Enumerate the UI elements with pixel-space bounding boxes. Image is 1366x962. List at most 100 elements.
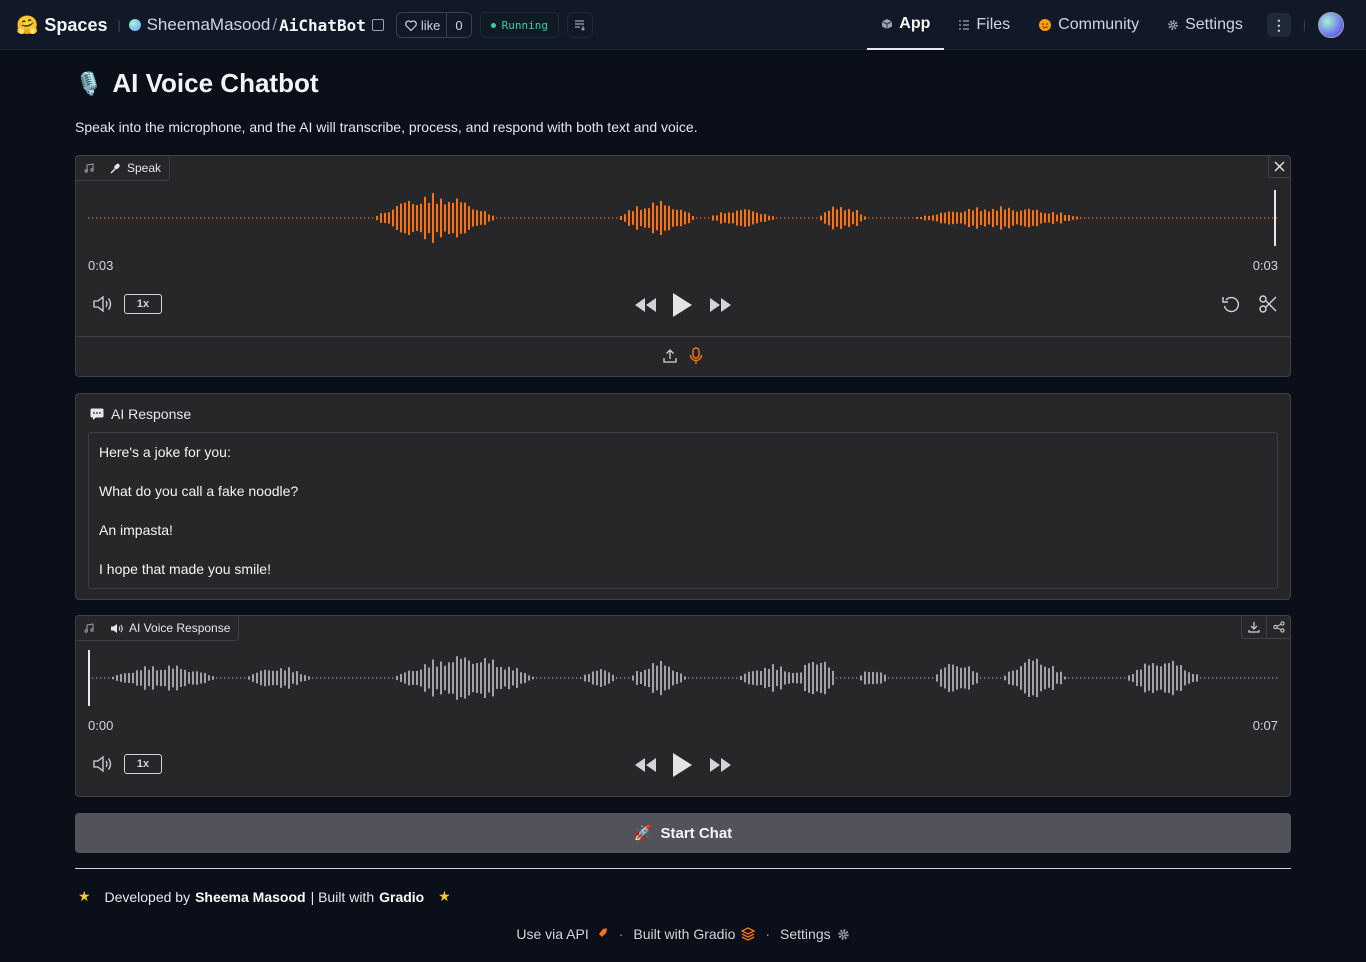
fast-forward-icon[interactable] <box>709 296 733 314</box>
ai-response-block: AI Response Here's a joke for you: What … <box>75 393 1291 600</box>
waveform-bar <box>1268 217 1270 219</box>
settings-link[interactable]: Settings <box>780 926 831 942</box>
volume-icon[interactable] <box>92 294 114 314</box>
ai-response-textbox[interactable]: Here's a joke for you: What do you call … <box>88 432 1278 589</box>
response-line: What do you call a fake noodle? <box>99 483 299 499</box>
rewind-icon[interactable] <box>633 296 657 314</box>
waveform-bar <box>872 217 874 219</box>
rewind-icon[interactable] <box>633 756 657 774</box>
gradio-logo-icon <box>741 927 756 941</box>
waveform-bar <box>988 211 990 225</box>
waveform-bar <box>1172 660 1174 696</box>
waveform-bar <box>652 663 654 693</box>
waveform-bar <box>356 217 358 219</box>
waveform-bar <box>868 671 870 685</box>
waveform-bar <box>396 206 398 230</box>
waveform-bar <box>1080 217 1082 219</box>
waveform-bar <box>680 209 682 227</box>
voice-actions <box>1241 615 1291 639</box>
trim-scissors-icon[interactable] <box>1258 294 1278 314</box>
waveform-bar <box>392 677 394 679</box>
waveform-bar <box>768 215 770 221</box>
voice-waveform[interactable] <box>88 648 1278 708</box>
waveform-bar <box>568 677 570 679</box>
like-toggle[interactable]: like <box>397 13 448 37</box>
waveform-bar <box>88 217 90 219</box>
user-avatar[interactable] <box>1318 12 1344 38</box>
waveform-bar <box>692 215 694 221</box>
footer: Use via API · Built with Gradio · Settin… <box>0 926 1366 942</box>
use-via-api-link[interactable]: Use via API <box>516 926 588 942</box>
playhead[interactable] <box>1274 190 1276 246</box>
fast-forward-icon[interactable] <box>709 756 733 774</box>
playback-rate-button[interactable]: 1x <box>124 754 162 774</box>
waveform-bar <box>1136 217 1138 219</box>
waveform-bar <box>792 673 794 683</box>
more-options-button[interactable]: ⋮ <box>1266 13 1291 37</box>
spaces-link[interactable]: Spaces <box>44 15 107 36</box>
microphone-source-icon[interactable] <box>689 347 703 365</box>
path-separator: / <box>272 15 278 34</box>
owner-link[interactable]: SheemaMasood <box>147 15 271 35</box>
waveform-bar <box>1184 670 1186 686</box>
waveform-bar <box>724 213 726 223</box>
waveform-bar <box>1120 677 1122 679</box>
waveform-bar <box>1100 217 1102 219</box>
tab-community-label: Community <box>1058 16 1140 33</box>
waveform-bar <box>208 675 210 681</box>
waveform-bar <box>956 666 958 690</box>
play-icon[interactable] <box>671 292 693 318</box>
waveform-bar <box>540 677 542 679</box>
waveform-bar <box>292 672 294 684</box>
waveform-bar <box>220 677 222 679</box>
waveform-bar <box>408 670 410 686</box>
waveform-bar <box>216 217 218 219</box>
waveform-bar <box>1084 217 1086 219</box>
waveform-bar <box>1216 677 1218 679</box>
chat-icon <box>90 408 104 420</box>
waveform-bar <box>1208 677 1210 679</box>
waveform-bar <box>132 672 134 684</box>
waveform-bar <box>268 670 270 686</box>
built-with-gradio-link[interactable]: Built with Gradio <box>633 926 735 942</box>
status-badge[interactable]: Running <box>479 12 559 38</box>
waveform-bar <box>852 677 854 679</box>
waveform-bar <box>656 205 658 231</box>
volume-icon[interactable] <box>92 754 114 774</box>
speak-waveform[interactable] <box>88 188 1278 248</box>
tab-files[interactable]: Files <box>944 0 1024 50</box>
waveform-bar <box>280 217 282 219</box>
repo-link[interactable]: AiChatBot <box>279 16 366 35</box>
tab-settings[interactable]: Settings <box>1153 0 1257 50</box>
waveform-bar <box>864 671 866 685</box>
tab-community[interactable]: Community <box>1024 0 1153 50</box>
waveform-bar <box>196 671 198 685</box>
waveform-bar <box>96 677 98 679</box>
tab-app[interactable]: App <box>867 0 945 50</box>
like-count[interactable]: 0 <box>447 18 470 33</box>
response-line: I hope that made you smile! <box>99 561 271 577</box>
share-button[interactable] <box>1266 616 1290 638</box>
waveform-bar <box>944 667 946 689</box>
clear-audio-button[interactable] <box>1268 156 1290 178</box>
waveform-bar <box>960 212 962 224</box>
play-icon[interactable] <box>671 752 693 778</box>
playback-rate-button[interactable]: 1x <box>124 294 162 314</box>
huggingface-logo-icon[interactable]: 🤗 <box>16 15 38 36</box>
start-chat-button[interactable]: 🚀 Start Chat <box>75 813 1291 853</box>
waveform-bar <box>932 677 934 679</box>
waveform-bar <box>420 669 422 687</box>
waveform-bar <box>824 212 826 224</box>
upload-icon[interactable] <box>662 348 678 364</box>
like-button[interactable]: like 0 <box>395 12 472 38</box>
waveform-bar <box>736 210 738 226</box>
waveform-bar <box>232 217 234 219</box>
copy-icon[interactable] <box>371 19 384 31</box>
credit-tool: Gradio <box>379 888 425 905</box>
logs-button[interactable] <box>566 12 593 38</box>
waveform-bar <box>288 217 290 219</box>
download-button[interactable] <box>1242 616 1266 638</box>
waveform-bar <box>1048 668 1050 688</box>
playhead[interactable] <box>88 650 90 706</box>
undo-icon[interactable] <box>1221 294 1241 314</box>
